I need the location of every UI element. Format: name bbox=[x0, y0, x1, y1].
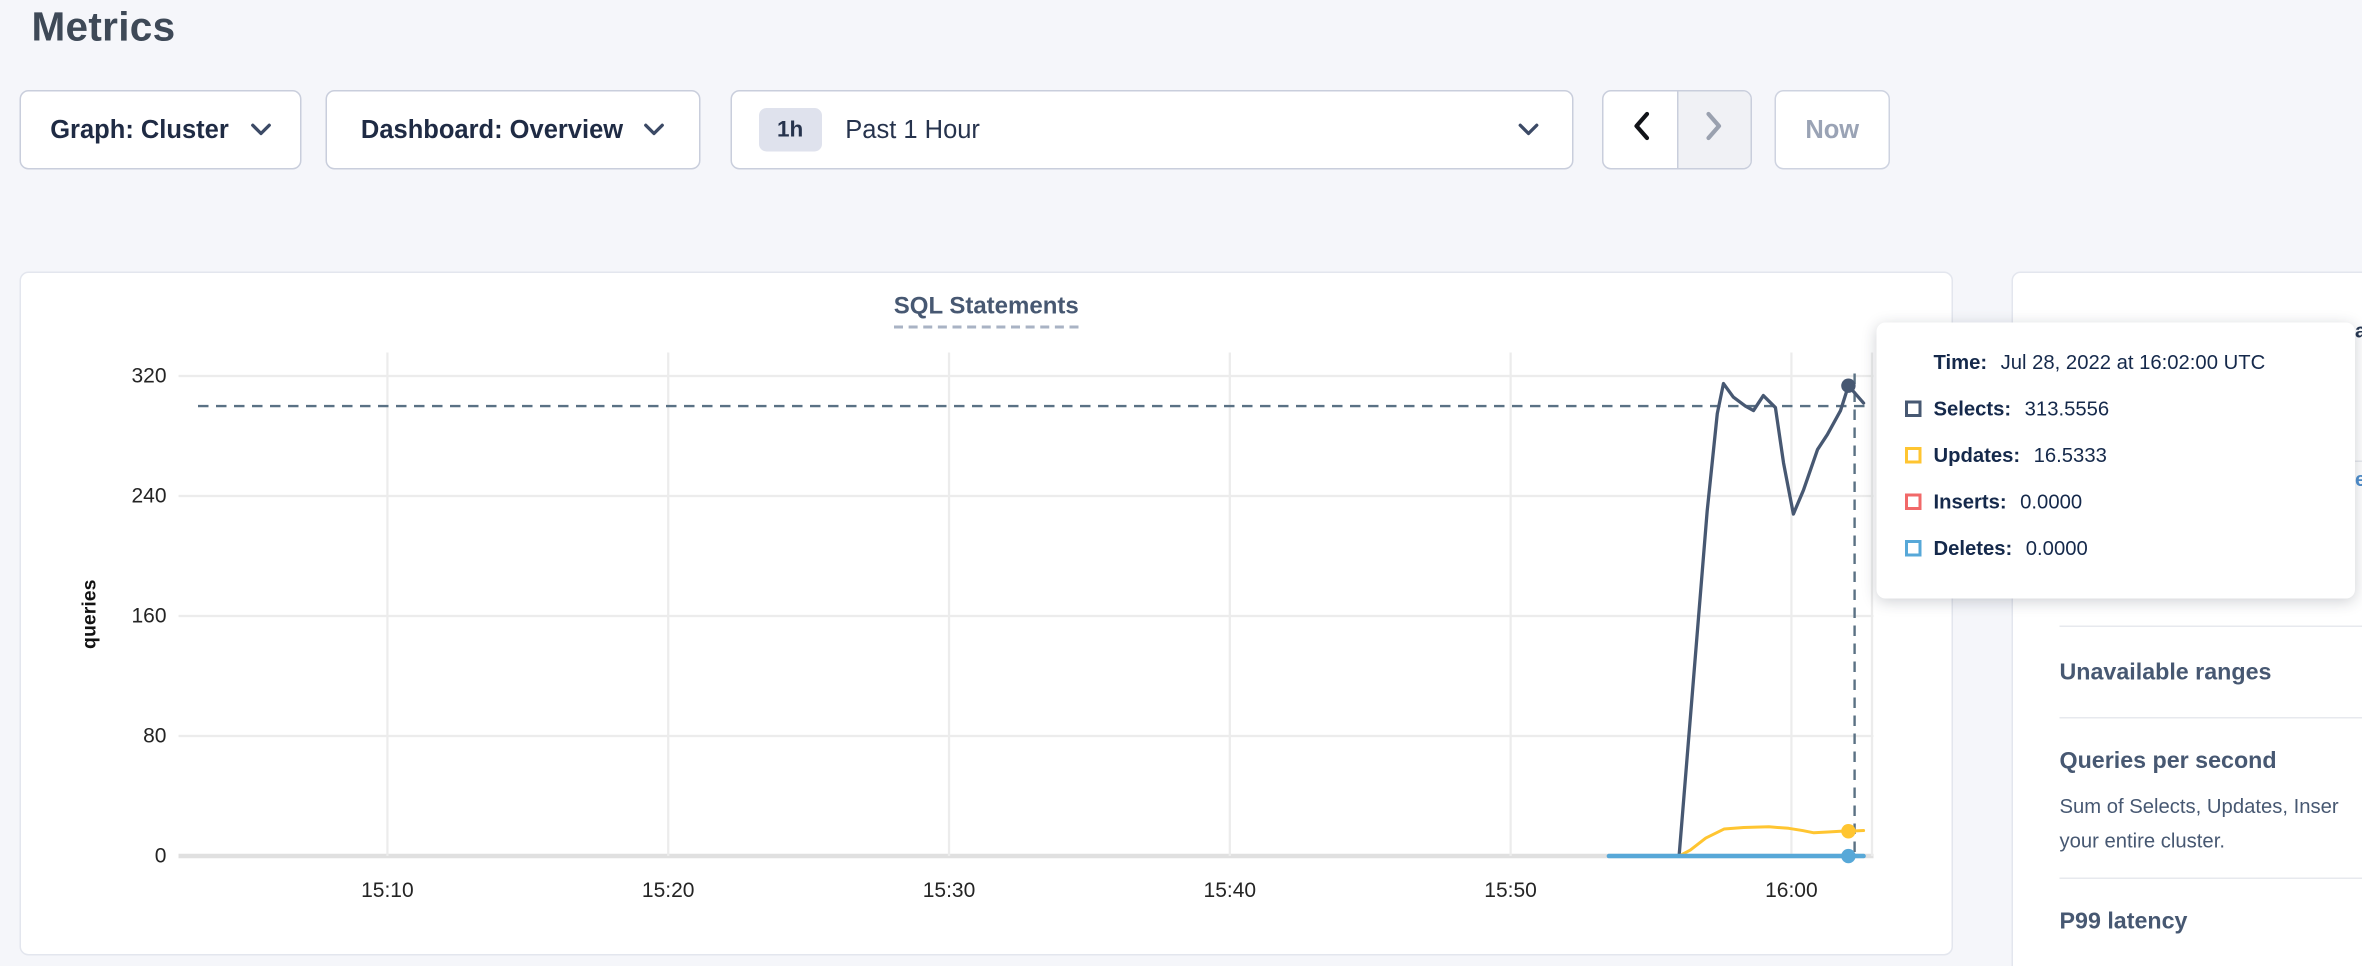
x-tick-label: 15:10 bbox=[327, 878, 447, 902]
tooltip-series-value: 0.0000 bbox=[2026, 537, 2088, 560]
tooltip-time-row: Time: Jul 28, 2022 at 16:02:00 UTC bbox=[1905, 348, 2328, 377]
tooltip-series-value: 0.0000 bbox=[2020, 491, 2082, 514]
x-tick-label: 15:50 bbox=[1451, 878, 1571, 902]
chevron-down-icon bbox=[644, 123, 665, 137]
sidebar-divider bbox=[2060, 717, 2362, 719]
time-step-buttons bbox=[1602, 90, 1752, 170]
chevron-down-icon bbox=[1518, 123, 1539, 137]
sidebar-divider bbox=[2060, 626, 2362, 628]
clipped-text-fragment: a bbox=[2355, 320, 2362, 340]
tooltip-series-label: Inserts: bbox=[1934, 491, 2007, 514]
tooltip-time-value: Jul 28, 2022 at 16:02:00 UTC bbox=[2001, 351, 2266, 374]
clipped-text-fragment: e bbox=[2355, 468, 2362, 488]
prev-time-button[interactable] bbox=[1604, 92, 1678, 169]
chart-title: SQL Statements bbox=[894, 294, 1079, 329]
tooltip-series-label: Updates: bbox=[1934, 444, 2021, 467]
dashboard-dropdown-label: Dashboard: Overview bbox=[361, 115, 623, 145]
sidebar-description-line: your entire cluster. bbox=[2060, 824, 2225, 859]
series-swatch-icon bbox=[1905, 401, 1922, 418]
page-title: Metrics bbox=[32, 5, 176, 52]
y-tick-label: 0 bbox=[60, 843, 167, 867]
chevron-right-icon bbox=[1706, 111, 1724, 149]
time-range-select[interactable]: 1h Past 1 Hour bbox=[731, 90, 1574, 170]
series-line-selects bbox=[1679, 384, 1863, 857]
x-tick-label: 15:40 bbox=[1170, 878, 1290, 902]
series-swatch-icon bbox=[1905, 540, 1922, 557]
hover-dot-updates bbox=[1841, 824, 1855, 838]
tooltip-series-label: Selects: bbox=[1934, 398, 2012, 421]
series-swatch-icon bbox=[1905, 447, 1922, 464]
graph-dropdown-label: Graph: Cluster bbox=[50, 115, 229, 145]
hover-dot-deletes bbox=[1841, 849, 1855, 863]
graph-dropdown[interactable]: Graph: Cluster bbox=[20, 90, 302, 170]
metrics-page: Metrics Graph: Cluster Dashboard: Overvi… bbox=[0, 0, 2362, 966]
sidebar-divider bbox=[2060, 878, 2362, 880]
series-line-updates bbox=[1679, 827, 1863, 856]
tooltip-series-value: 313.5556 bbox=[2025, 398, 2109, 421]
series-swatch-icon bbox=[1905, 494, 1922, 511]
next-time-button[interactable] bbox=[1677, 92, 1751, 169]
y-tick-label: 240 bbox=[60, 483, 167, 507]
tooltip-series-value: 16.5333 bbox=[2034, 444, 2107, 467]
x-tick-label: 16:00 bbox=[1731, 878, 1851, 902]
y-tick-label: 320 bbox=[60, 363, 167, 387]
x-tick-label: 15:20 bbox=[608, 878, 728, 902]
tooltip-series-row: Updates: 16.5333 bbox=[1905, 441, 2328, 470]
sidebar-heading-unavailable-ranges: Unavailable ranges bbox=[2060, 660, 2272, 687]
chart-plot-area[interactable] bbox=[179, 365, 1874, 866]
x-tick-label: 15:30 bbox=[889, 878, 1009, 902]
now-button[interactable]: Now bbox=[1775, 90, 1891, 170]
tooltip-series-row: Deletes: 0.0000 bbox=[1905, 534, 2328, 563]
sidebar-heading-queries-per-second: Queries per second bbox=[2060, 749, 2277, 776]
tooltip-time-label: Time: bbox=[1934, 351, 1988, 374]
chevron-down-icon bbox=[250, 123, 271, 137]
dashboard-dropdown[interactable]: Dashboard: Overview bbox=[326, 90, 701, 170]
tooltip-series-row: Selects: 313.5556 bbox=[1905, 395, 2328, 424]
chevron-left-icon bbox=[1631, 111, 1649, 149]
sidebar-description-line: Sum of Selects, Updates, Inser bbox=[2060, 789, 2339, 824]
time-range-badge: 1h bbox=[759, 108, 821, 152]
sidebar-heading-p99-latency: P99 latency bbox=[2060, 909, 2188, 936]
chart-title-wrap: SQL Statements bbox=[20, 294, 1954, 329]
y-tick-label: 80 bbox=[60, 723, 167, 747]
chart-hover-tooltip: Time: Jul 28, 2022 at 16:02:00 UTC Selec… bbox=[1877, 323, 2356, 599]
time-range-label: Past 1 Hour bbox=[845, 115, 980, 145]
tooltip-series-label: Deletes: bbox=[1934, 537, 2013, 560]
hover-dot-selects bbox=[1841, 379, 1855, 393]
tooltip-series-row: Inserts: 0.0000 bbox=[1905, 488, 2328, 517]
y-tick-label: 160 bbox=[60, 603, 167, 627]
